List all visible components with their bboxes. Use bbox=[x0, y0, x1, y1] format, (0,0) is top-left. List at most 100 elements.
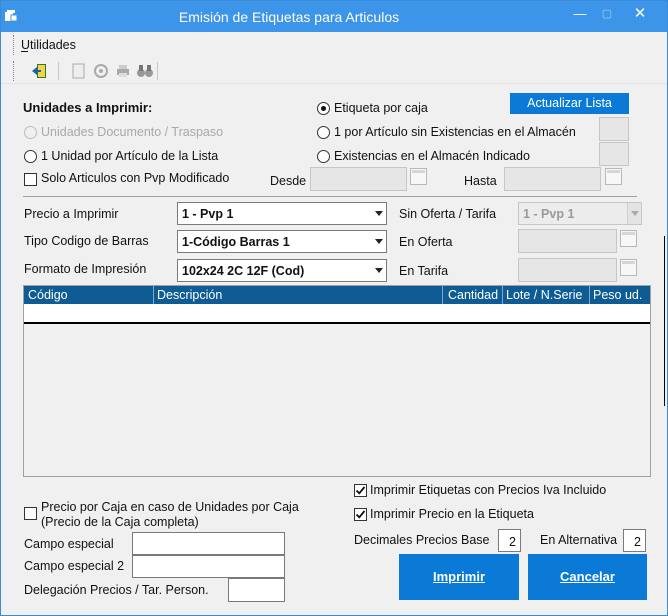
sin-oferta-label: Sin Oferta / Tarifa bbox=[399, 207, 497, 221]
campo-especial-input[interactable] bbox=[132, 532, 285, 555]
page-icon[interactable] bbox=[69, 61, 89, 81]
col-descripcion[interactable]: Descripción bbox=[157, 288, 222, 302]
menu-mnemonic-underline bbox=[21, 51, 28, 52]
decimales-base-input[interactable]: 2 bbox=[498, 529, 521, 552]
window-edge bbox=[659, 236, 665, 406]
hasta-date-field[interactable] bbox=[504, 167, 601, 191]
toolbar bbox=[1, 58, 667, 84]
toolbar-separator bbox=[157, 62, 158, 80]
radio-one-per-article-label: 1 Unidad por Artículo de la Lista bbox=[41, 149, 219, 163]
title-bar: Emisión de Etiquetas para Articulos — ▢ … bbox=[1, 1, 667, 32]
alternativa-label: En Alternativa bbox=[540, 533, 618, 547]
iva-incluido-checkbox[interactable] bbox=[354, 484, 367, 497]
precio-caja-label-line1: Precio por Caja en caso de Unidades por … bbox=[41, 500, 299, 514]
tipo-codigo-select[interactable]: 1-Código Barras 1 bbox=[177, 230, 387, 253]
sin-existencias-field[interactable] bbox=[599, 117, 629, 141]
col-separator bbox=[589, 286, 590, 304]
radio-sin-existencias-label: 1 por Artículo sin Existencias en el Alm… bbox=[334, 125, 576, 139]
checkmark-icon bbox=[355, 486, 366, 495]
menu-bar: Utilidades bbox=[1, 32, 667, 58]
tipo-codigo-label: Tipo Codigo de Barras bbox=[24, 234, 149, 248]
actualizar-lista-button[interactable]: Actualizar Lista bbox=[510, 93, 629, 114]
campo-especial-label: Campo especial bbox=[24, 537, 114, 551]
close-icon[interactable]: ✕ bbox=[629, 5, 651, 23]
menu-utilidades[interactable]: Utilidades bbox=[21, 38, 76, 52]
chevron-down-icon bbox=[375, 268, 383, 273]
hasta-calendar-icon[interactable] bbox=[605, 168, 622, 185]
toolbar-grip bbox=[13, 61, 16, 81]
formato-select-value: 102x24 2C 12F (Cod) bbox=[182, 264, 305, 278]
exit-icon[interactable] bbox=[30, 61, 50, 81]
sin-oferta-select[interactable]: 1 - Pvp 1 bbox=[518, 202, 642, 225]
formato-select[interactable]: 102x24 2C 12F (Cod) bbox=[177, 259, 387, 282]
window-title: Emisión de Etiquetas para Articulos bbox=[178, 9, 400, 25]
en-oferta-date-field[interactable] bbox=[518, 229, 617, 253]
toolbar-separator bbox=[58, 62, 59, 80]
campo-especial2-label: Campo especial 2 bbox=[24, 559, 125, 573]
binoculars-icon[interactable] bbox=[135, 61, 155, 81]
units-heading: Unidades a Imprimir: bbox=[23, 100, 153, 115]
col-lote[interactable]: Lote / N.Serie bbox=[506, 288, 582, 302]
col-separator bbox=[442, 286, 443, 304]
decimales-base-label: Decimales Precios Base bbox=[354, 533, 490, 547]
decimales-base-value: 2 bbox=[509, 535, 516, 549]
alternativa-value: 2 bbox=[634, 535, 641, 549]
chevron-down-icon bbox=[375, 211, 383, 216]
only-pvp-label: Solo Articulos con Pvp Modificado bbox=[41, 171, 230, 185]
radio-existencias-almacen[interactable] bbox=[317, 150, 330, 163]
radio-one-per-article[interactable] bbox=[24, 150, 37, 163]
only-pvp-checkbox[interactable] bbox=[24, 173, 37, 186]
precio-select-value: 1 - Pvp 1 bbox=[182, 207, 234, 221]
alternativa-input[interactable]: 2 bbox=[623, 529, 646, 552]
delegacion-label: Delegación Precios / Tar. Person. bbox=[24, 583, 209, 597]
imprimir-precio-checkbox[interactable] bbox=[354, 508, 367, 521]
grid-header: Código Descripción Cantidad Lote / N.Ser… bbox=[24, 286, 650, 304]
iva-incluido-label: Imprimir Etiquetas con Precios Iva Inclu… bbox=[370, 483, 607, 497]
gear-icon[interactable] bbox=[91, 61, 111, 81]
col-separator bbox=[502, 286, 503, 304]
radio-doc-traspaso[interactable] bbox=[24, 126, 37, 139]
menu-grip bbox=[13, 35, 16, 55]
radio-selected-dot bbox=[321, 106, 326, 111]
table-row[interactable] bbox=[24, 304, 650, 324]
en-oferta-calendar-icon[interactable] bbox=[620, 230, 637, 247]
sin-oferta-select-value: 1 - Pvp 1 bbox=[523, 207, 575, 221]
tipo-codigo-select-value: 1-Código Barras 1 bbox=[182, 235, 290, 249]
checkmark-icon bbox=[355, 510, 366, 519]
precio-select[interactable]: 1 - Pvp 1 bbox=[177, 202, 387, 225]
radio-etiqueta-por-caja[interactable] bbox=[317, 102, 330, 115]
maximize-icon[interactable]: ▢ bbox=[596, 5, 618, 23]
desde-label: Desde bbox=[270, 174, 307, 188]
col-cantidad[interactable]: Cantidad bbox=[448, 288, 498, 302]
cancelar-button[interactable]: Cancelar bbox=[528, 554, 647, 600]
imprimir-precio-label: Imprimir Precio en la Etiqueta bbox=[370, 507, 534, 521]
chevron-down-icon bbox=[627, 203, 641, 224]
col-separator bbox=[153, 286, 154, 304]
articles-grid[interactable]: Código Descripción Cantidad Lote / N.Ser… bbox=[23, 285, 651, 477]
desde-date-field[interactable] bbox=[310, 167, 407, 191]
radio-existencias-almacen-label: Existencias en el Almacén Indicado bbox=[334, 149, 530, 163]
radio-sin-existencias[interactable] bbox=[317, 126, 330, 139]
delegacion-input[interactable] bbox=[228, 578, 285, 602]
print-icon[interactable] bbox=[113, 61, 133, 81]
minimize-icon[interactable]: — bbox=[569, 5, 591, 23]
hasta-label: Hasta bbox=[464, 174, 497, 188]
imprimir-button[interactable]: Imprimir bbox=[399, 554, 519, 600]
col-peso[interactable]: Peso ud. bbox=[593, 288, 642, 302]
en-oferta-label: En Oferta bbox=[399, 235, 453, 249]
radio-etiqueta-por-caja-label: Etiqueta por caja bbox=[334, 101, 428, 115]
formato-label: Formato de Impresión bbox=[24, 262, 147, 276]
en-tarifa-date-field[interactable] bbox=[518, 258, 617, 282]
en-tarifa-calendar-icon[interactable] bbox=[620, 259, 637, 276]
campo-especial2-input[interactable] bbox=[132, 555, 285, 578]
app-window: Emisión de Etiquetas para Articulos — ▢ … bbox=[0, 0, 668, 616]
chevron-down-icon bbox=[375, 239, 383, 244]
col-codigo[interactable]: Código bbox=[28, 288, 68, 302]
almacen-field[interactable] bbox=[599, 142, 629, 166]
precio-caja-checkbox[interactable] bbox=[24, 507, 37, 520]
en-tarifa-label: En Tarifa bbox=[399, 264, 449, 278]
radio-doc-traspaso-label: Unidades Documento / Traspaso bbox=[41, 125, 224, 139]
precio-caja-label-line2: (Precio de la Caja completa) bbox=[41, 515, 199, 529]
precio-label: Precio a Imprimir bbox=[24, 207, 119, 221]
desde-calendar-icon[interactable] bbox=[410, 168, 427, 185]
